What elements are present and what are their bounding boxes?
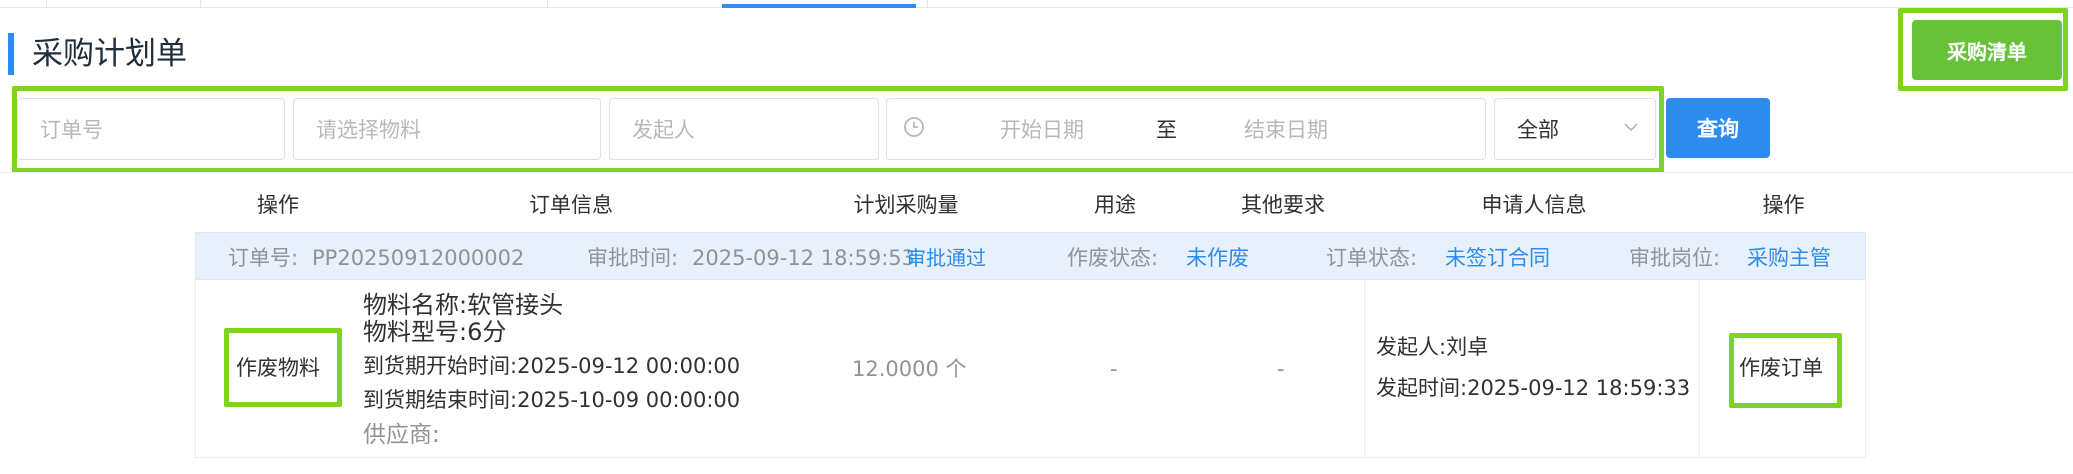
- order-no-input[interactable]: 订单号: [17, 98, 285, 160]
- usage-value: -: [1110, 357, 1118, 381]
- material-model-label: 物料型号:: [363, 318, 468, 346]
- initiator-label: 发起人:: [1376, 335, 1447, 359]
- column-header-usage: 用途: [1094, 193, 1136, 217]
- material-name-label: 物料名称:: [363, 291, 468, 319]
- end-date-input[interactable]: 结束日期: [1244, 114, 1328, 144]
- chevron-down-icon: [1624, 123, 1638, 132]
- approve-time-value: 2025-09-12 18:59:53: [692, 246, 916, 270]
- order-no-label: 订单号:: [228, 246, 299, 270]
- initiator-value: 刘卓: [1446, 335, 1489, 359]
- date-range-picker[interactable]: [886, 98, 1486, 160]
- clock-icon: [904, 117, 924, 137]
- void-status-value: 未作废: [1186, 246, 1249, 270]
- delivery-end-line: 到货期结束时间:2025-10-09 00:00:00: [363, 385, 740, 415]
- initiate-time-label: 发起时间:: [1376, 376, 1468, 400]
- column-header-planned-qty: 计划采购量: [853, 193, 959, 217]
- page-title: 采购计划单: [32, 36, 187, 72]
- material-name-line: 物料名称:软管接头: [363, 290, 563, 320]
- void-material-link[interactable]: 作废物料: [236, 353, 320, 383]
- date-separator: 至: [1156, 118, 1177, 142]
- column-header-action-2: 操作: [1762, 193, 1805, 217]
- tab-divider: [927, 0, 928, 8]
- active-tab-indicator[interactable]: [722, 4, 916, 8]
- column-header-applicant-info: 申请人信息: [1481, 193, 1587, 217]
- initiator-input[interactable]: 发起人: [609, 98, 879, 160]
- initiate-time-line: 发起时间:2025-09-12 18:59:33: [1376, 373, 1690, 403]
- tab-divider: [46, 0, 47, 8]
- column-divider: [1364, 280, 1365, 458]
- delivery-start-line: 到货期开始时间:2025-09-12 00:00:00: [363, 351, 740, 381]
- void-status-label: 作废状态:: [1067, 246, 1159, 270]
- planned-qty-value: 12.0000 个: [852, 357, 967, 381]
- tab-divider: [200, 0, 201, 8]
- column-header-other-requirements: 其他要求: [1241, 193, 1325, 217]
- divider-line: [0, 172, 2073, 173]
- material-model-line: 物料型号:6分: [363, 317, 506, 347]
- delivery-end-value: 2025-10-09 00:00:00: [517, 388, 741, 412]
- top-tab-strip: [0, 0, 2073, 8]
- column-header-action: 操作: [257, 193, 299, 217]
- order-status-label: 订单状态:: [1326, 246, 1418, 270]
- other-requirements-value: -: [1277, 357, 1285, 381]
- supplier-label: 供应商:: [363, 422, 440, 448]
- initiator-line: 发起人:刘卓: [1376, 332, 1488, 362]
- title-accent-bar: [8, 33, 14, 75]
- order-status-value: 未签订合同: [1445, 246, 1550, 270]
- material-select[interactable]: 请选择物料: [293, 98, 601, 160]
- approve-time-label: 审批时间:: [587, 246, 679, 270]
- void-order-link[interactable]: 作废订单: [1739, 353, 1823, 383]
- initiate-time-value: 2025-09-12 18:59:33: [1467, 376, 1691, 400]
- approve-status-badge: 审批通过: [906, 246, 986, 270]
- column-header-order-info: 订单信息: [529, 193, 613, 217]
- tab-divider: [547, 0, 548, 8]
- order-no-value: PP20250912000002: [312, 246, 525, 270]
- status-select-value: 全部: [1517, 118, 1559, 142]
- delivery-end-label: 到货期结束时间:: [363, 388, 518, 412]
- start-date-input[interactable]: 开始日期: [1000, 114, 1084, 144]
- approve-post-value: 采购主管: [1747, 246, 1831, 270]
- approve-post-label: 审批岗位:: [1629, 246, 1721, 270]
- material-name-value: 软管接头: [467, 291, 564, 319]
- delivery-start-value: 2025-09-12 00:00:00: [517, 354, 741, 378]
- query-button[interactable]: 查询: [1666, 98, 1770, 158]
- delivery-start-label: 到货期开始时间:: [363, 354, 518, 378]
- material-model-value: 6分: [467, 318, 507, 346]
- column-divider: [1699, 280, 1700, 458]
- purchase-list-button[interactable]: 采购清单: [1912, 20, 2062, 80]
